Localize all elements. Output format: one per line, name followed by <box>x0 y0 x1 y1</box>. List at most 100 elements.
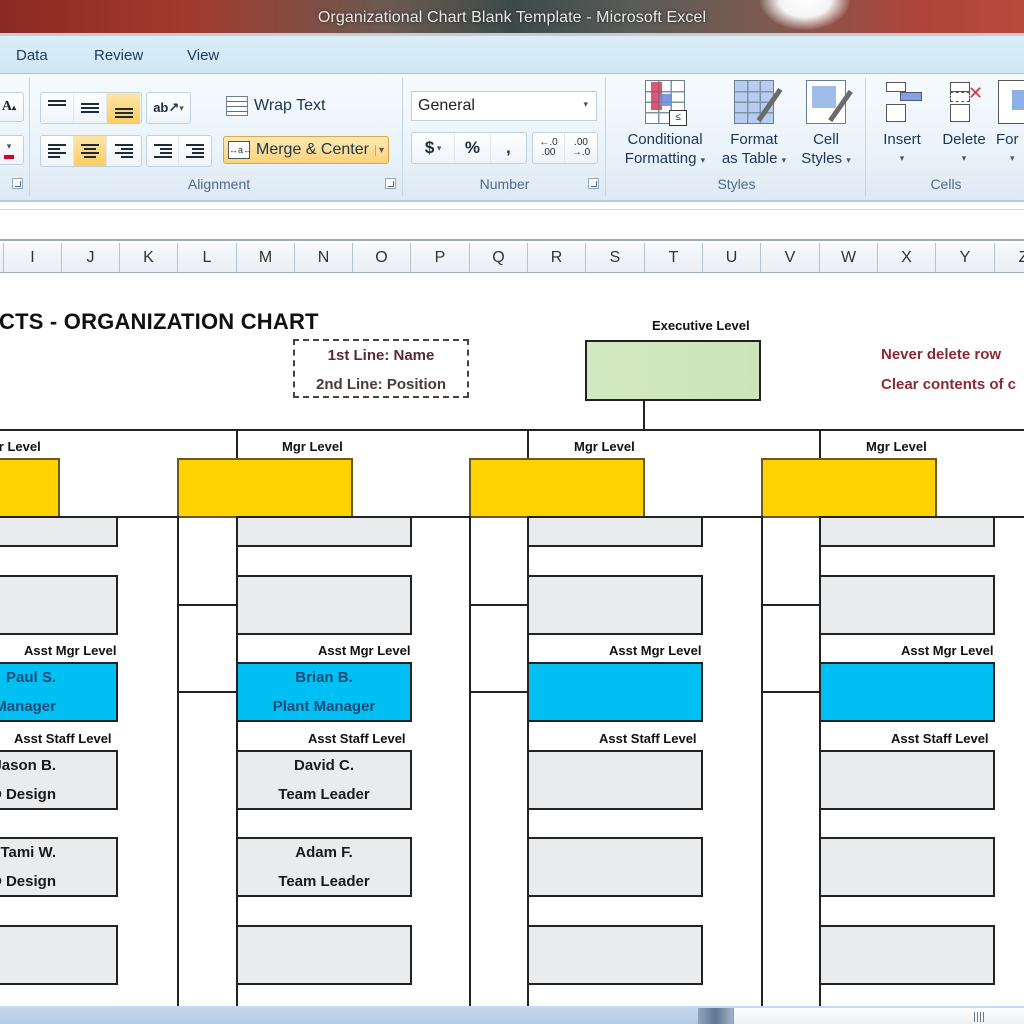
align-left-button[interactable] <box>41 136 74 166</box>
column-header-j[interactable]: J <box>61 243 119 273</box>
column-header-u[interactable]: U <box>702 243 760 273</box>
column-header-t[interactable]: T <box>644 243 702 273</box>
align-middle-button[interactable] <box>74 93 107 123</box>
manager-box[interactable] <box>177 458 353 518</box>
staff-box[interactable]: Tami W. CAD Design <box>0 837 118 897</box>
align-top-button[interactable] <box>41 93 74 123</box>
column-header-p[interactable]: P <box>410 243 469 273</box>
comma-button[interactable]: , <box>491 133 526 163</box>
manager-sub-box[interactable] <box>0 575 118 635</box>
column-header-m[interactable]: M <box>236 243 294 273</box>
formula-bar[interactable] <box>0 202 1024 242</box>
align-center-button[interactable] <box>74 136 107 166</box>
increase-decimal-button[interactable]: ←.0.00 <box>533 133 566 163</box>
column-header-r[interactable]: R <box>527 243 585 273</box>
wrap-text-label: Wrap Text <box>254 97 326 114</box>
staff-box[interactable]: Adam F. Team Leader <box>236 837 412 897</box>
column-header-w[interactable]: W <box>819 243 877 273</box>
number-dialog-launcher[interactable] <box>588 178 599 189</box>
orientation-button[interactable]: ab↗ ▾ <box>146 92 191 124</box>
tab-data[interactable]: Data <box>16 47 48 64</box>
staff-box[interactable]: David C. Team Leader <box>236 750 412 810</box>
manager-sub-box[interactable] <box>236 516 412 547</box>
asst-manager-box[interactable] <box>527 662 703 722</box>
align-bottom-button[interactable] <box>107 93 140 123</box>
staff-box[interactable] <box>0 925 118 985</box>
merge-center-button[interactable]: ↔a↔ Merge & Center ▾ <box>223 136 389 164</box>
delete-cells-button[interactable]: ✕ Delete ▾ <box>936 80 992 168</box>
column-header-y[interactable]: Y <box>935 243 994 273</box>
staff-box[interactable] <box>527 925 703 985</box>
currency-button[interactable]: $ ▾ <box>412 133 456 163</box>
decrease-indent-button[interactable] <box>147 136 180 166</box>
manager-sub-box[interactable] <box>236 575 412 635</box>
delete-cells-icon: ✕ <box>944 80 984 124</box>
increase-decimal-icon: ←.0.00 <box>539 137 558 158</box>
insert-cells-button[interactable]: Insert ▾ <box>874 80 930 168</box>
manager-sub-box[interactable] <box>819 516 995 547</box>
staff-box[interactable] <box>236 925 412 985</box>
column-header-o[interactable]: O <box>352 243 410 273</box>
increase-indent-button[interactable] <box>179 136 211 166</box>
manager-sub-box[interactable] <box>527 575 703 635</box>
alignment-dialog-launcher[interactable] <box>385 178 396 189</box>
decrease-decimal-icon: .00 →.0 <box>571 137 591 158</box>
merge-center-dropdown[interactable]: ▾ <box>374 144 384 156</box>
font-dialog-launcher[interactable] <box>12 178 23 189</box>
column-header-s[interactable]: S <box>585 243 644 273</box>
grow-font-button[interactable]: A ▴ <box>0 92 24 122</box>
format-as-table-button[interactable]: Format as Table ▾ <box>716 80 792 170</box>
asst-manager-box[interactable] <box>819 662 995 722</box>
column-header-q[interactable]: Q <box>469 243 527 273</box>
decrease-decimal-button[interactable]: .00 →.0 <box>565 133 597 163</box>
worksheet[interactable]: CTS - ORGANIZATION CHART 1st Line: Name … <box>0 273 1024 1006</box>
cell-styles-button[interactable]: Cell Styles ▾ <box>794 80 858 170</box>
executive-box[interactable] <box>585 340 761 401</box>
column-header-v[interactable]: V <box>760 243 819 273</box>
manager-sub-box[interactable] <box>819 575 995 635</box>
conditional-formatting-button[interactable]: ≤ Conditional Formatting ▾ <box>616 80 714 170</box>
format-cells-button[interactable]: For ▾ <box>996 80 1024 168</box>
manager-box[interactable] <box>761 458 937 518</box>
tab-review[interactable]: Review <box>94 47 143 64</box>
font-color-button[interactable]: ▾ <box>0 135 24 165</box>
column-header-x[interactable]: X <box>877 243 935 273</box>
column-header-i[interactable]: I <box>3 243 61 273</box>
indent-buttons <box>146 135 212 167</box>
format-as-table-label-1: Format <box>730 131 778 148</box>
asst-manager-level-label: Asst Mgr Level <box>901 643 994 658</box>
manager-sub-box[interactable] <box>527 516 703 547</box>
column-header-z[interactable]: Z <box>994 243 1024 273</box>
align-top-icon <box>48 100 66 106</box>
sub-box-connector-line <box>761 604 819 606</box>
column-header-k[interactable]: K <box>119 243 177 273</box>
asst-manager-box[interactable]: Brian B. Plant Manager <box>236 662 412 722</box>
number-format-select[interactable]: General ▾ <box>411 91 597 121</box>
staff-position: Team Leader <box>278 873 370 890</box>
staff-box[interactable] <box>819 925 995 985</box>
font-color-icon[interactable]: ▾ <box>0 136 23 164</box>
align-right-button[interactable] <box>107 136 140 166</box>
manager-sub-box[interactable] <box>0 516 118 547</box>
column-header-l[interactable]: L <box>177 243 236 273</box>
manager-box[interactable] <box>469 458 645 518</box>
column-header-n[interactable]: N <box>294 243 352 273</box>
wrap-text-button[interactable]: Wrap Text <box>226 96 325 116</box>
asst-manager-box[interactable]: Paul S. CAD Manager <box>0 662 118 722</box>
staff-box[interactable] <box>527 837 703 897</box>
number-group-label: Number <box>479 176 530 192</box>
horizontal-scrollbar[interactable] <box>733 1008 1024 1024</box>
cell-styles-icon <box>806 80 853 124</box>
staff-box[interactable] <box>819 837 995 897</box>
staff-box[interactable]: Jason B. CAD Design <box>0 750 118 810</box>
staff-box[interactable] <box>819 750 995 810</box>
font-size-increase-icon[interactable]: A ▴ <box>0 93 23 121</box>
tab-view[interactable]: View <box>187 47 219 64</box>
wrap-text-icon <box>226 96 248 116</box>
staff-box[interactable] <box>527 750 703 810</box>
manager-box[interactable] <box>0 458 60 518</box>
percent-button[interactable]: % <box>455 133 491 163</box>
tab-split-handle[interactable] <box>698 1008 733 1024</box>
asst-manager-name: Brian B. <box>295 669 353 686</box>
asst-manager-position: CAD Manager <box>0 698 56 715</box>
